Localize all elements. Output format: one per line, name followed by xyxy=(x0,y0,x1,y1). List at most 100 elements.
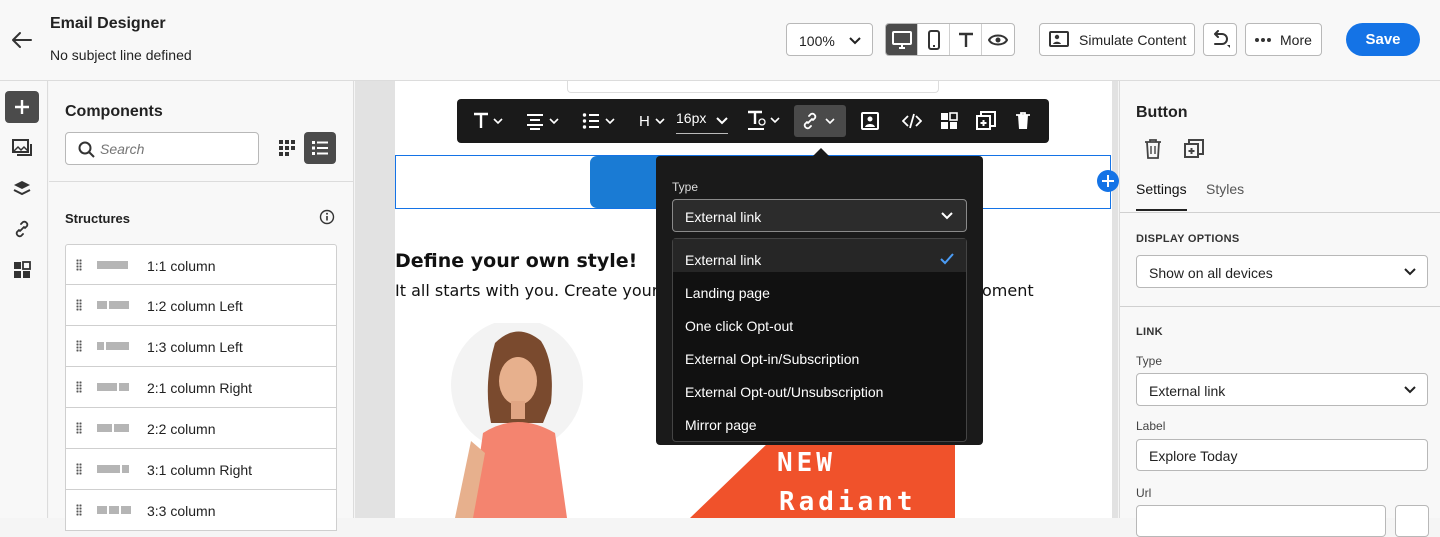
drag-handle-icon[interactable] xyxy=(76,422,82,434)
link-type-option[interactable]: One click Opt-out xyxy=(673,305,966,338)
url-input[interactable] xyxy=(1136,505,1386,537)
chevron-down-icon xyxy=(1404,386,1416,394)
drag-handle-icon[interactable] xyxy=(76,259,82,271)
delete-component-button[interactable] xyxy=(1144,139,1166,161)
links-button[interactable] xyxy=(5,213,39,245)
rich-text-toolbar: H 16px xyxy=(457,99,1049,143)
info-icon[interactable] xyxy=(319,209,335,225)
more-button[interactable]: More xyxy=(1245,23,1322,56)
trash-icon xyxy=(1016,112,1030,129)
search-box[interactable] xyxy=(65,132,259,165)
duplicate-button[interactable] xyxy=(976,99,996,143)
desktop-view-button[interactable] xyxy=(886,24,918,55)
link-type-option[interactable]: Landing page xyxy=(673,272,966,305)
email-subline[interactable]: It all starts with you. Create your o xyxy=(395,281,673,300)
structure-item[interactable]: 1:1 column xyxy=(65,244,337,285)
move-handle-icon[interactable] xyxy=(1097,170,1119,192)
url-picker-button[interactable] xyxy=(1395,505,1429,537)
structure-item[interactable]: 3:1 column Right xyxy=(65,449,337,490)
alignment-button[interactable] xyxy=(526,99,560,143)
link-type-option[interactable]: Mirror page xyxy=(673,404,966,437)
duplicate-component-button[interactable] xyxy=(1184,139,1206,161)
structure-item[interactable]: 2:2 column xyxy=(65,408,337,449)
option-label: External Opt-in/Subscription xyxy=(685,351,860,367)
save-button[interactable]: Save xyxy=(1346,23,1420,56)
image-button[interactable] xyxy=(861,99,879,143)
undo-icon xyxy=(1214,29,1230,48)
link-type-popover: Type External link External link Landing … xyxy=(656,156,983,445)
image-icon xyxy=(861,112,879,130)
back-arrow-icon[interactable] xyxy=(10,28,34,52)
heading-button[interactable]: H xyxy=(639,99,666,143)
bullet-list-icon xyxy=(582,113,615,129)
font-size-value: 16px xyxy=(676,110,707,126)
link-type-field[interactable]: External link xyxy=(1136,373,1428,406)
text-style-icon xyxy=(474,112,503,128)
structure-label: 3:1 column Right xyxy=(147,462,253,478)
column-layout-icon xyxy=(97,342,129,350)
text-color-button[interactable] xyxy=(747,99,781,143)
list-format-button[interactable] xyxy=(582,99,616,143)
undo-button[interactable] xyxy=(1203,23,1237,56)
tab-styles[interactable]: Styles xyxy=(1206,181,1244,209)
code-icon xyxy=(902,113,922,129)
structure-item[interactable]: 2:1 column Right xyxy=(65,367,337,408)
properties-title: Button xyxy=(1136,104,1188,121)
email-headline[interactable]: Define your own style! xyxy=(395,250,637,272)
font-size-dropdown[interactable] xyxy=(715,99,729,143)
list-icon xyxy=(312,141,328,155)
parent-block-icon xyxy=(941,112,958,129)
preview-button[interactable] xyxy=(982,24,1014,55)
mobile-view-button[interactable] xyxy=(918,24,950,55)
model-image xyxy=(451,323,583,518)
structure-item[interactable]: 1:3 column Left xyxy=(65,326,337,367)
structures-title: Structures xyxy=(65,211,131,226)
display-options-select[interactable]: Show on all devices xyxy=(1136,255,1428,288)
text-style-button[interactable] xyxy=(473,99,503,143)
properties-panel: Button Settings Styles DISPLAY OPTIONS S… xyxy=(1119,81,1440,537)
fragments-button[interactable] xyxy=(5,254,39,286)
structure-item[interactable]: 1:2 column Left xyxy=(65,285,337,326)
column-layout-icon xyxy=(97,424,129,432)
drag-handle-icon[interactable] xyxy=(76,299,82,311)
label-input[interactable]: Explore Today xyxy=(1136,439,1428,471)
source-code-button[interactable] xyxy=(902,99,922,143)
grid-view-toggle[interactable] xyxy=(271,132,303,164)
drag-handle-icon[interactable] xyxy=(76,340,82,352)
layers-icon xyxy=(13,181,31,196)
duplicate-icon xyxy=(976,111,996,130)
add-components-button[interactable] xyxy=(5,91,39,123)
link-type-option[interactable]: External link xyxy=(673,239,966,272)
link-type-option[interactable]: External Opt-in/Subscription xyxy=(673,338,966,371)
delete-button[interactable] xyxy=(1015,99,1031,143)
simulate-label: Simulate Content xyxy=(1079,31,1187,48)
simulate-content-button[interactable]: Simulate Content xyxy=(1039,23,1195,56)
search-input[interactable] xyxy=(100,139,250,159)
chevron-down-icon xyxy=(655,118,665,125)
email-subline-tail[interactable]: oment xyxy=(982,281,1034,300)
link-type-field-value: External link xyxy=(1149,383,1226,399)
drag-handle-icon[interactable] xyxy=(76,504,82,516)
label-field-label: Label xyxy=(1136,419,1166,433)
tab-settings[interactable]: Settings xyxy=(1136,181,1187,211)
checkmark-icon xyxy=(940,253,954,265)
link-type-select[interactable]: External link xyxy=(672,199,967,232)
structure-item[interactable]: 3:3 column xyxy=(65,490,337,531)
assets-button[interactable] xyxy=(5,132,39,164)
drag-handle-icon[interactable] xyxy=(76,381,82,393)
layers-button[interactable] xyxy=(5,173,39,205)
text-view-button[interactable] xyxy=(950,24,982,55)
zoom-select[interactable]: 100% xyxy=(786,23,873,56)
trash-icon xyxy=(1145,139,1161,159)
option-label: One click Opt-out xyxy=(685,318,794,334)
link-type-option[interactable]: External Opt-out/Unsubscription xyxy=(673,371,966,404)
drag-handle-icon[interactable] xyxy=(76,463,82,475)
structures-list: 1:1 column 1:2 column Left 1:3 column Left… xyxy=(65,244,337,531)
list-view-toggle[interactable] xyxy=(304,132,336,164)
select-parent-button[interactable] xyxy=(940,99,958,143)
components-panel: Components Structures 1:1 column 1:2 colu… xyxy=(49,81,354,531)
link-icon xyxy=(803,112,835,130)
zoom-value: 100% xyxy=(799,33,835,49)
link-button[interactable] xyxy=(794,105,846,137)
add-icon xyxy=(15,100,29,114)
